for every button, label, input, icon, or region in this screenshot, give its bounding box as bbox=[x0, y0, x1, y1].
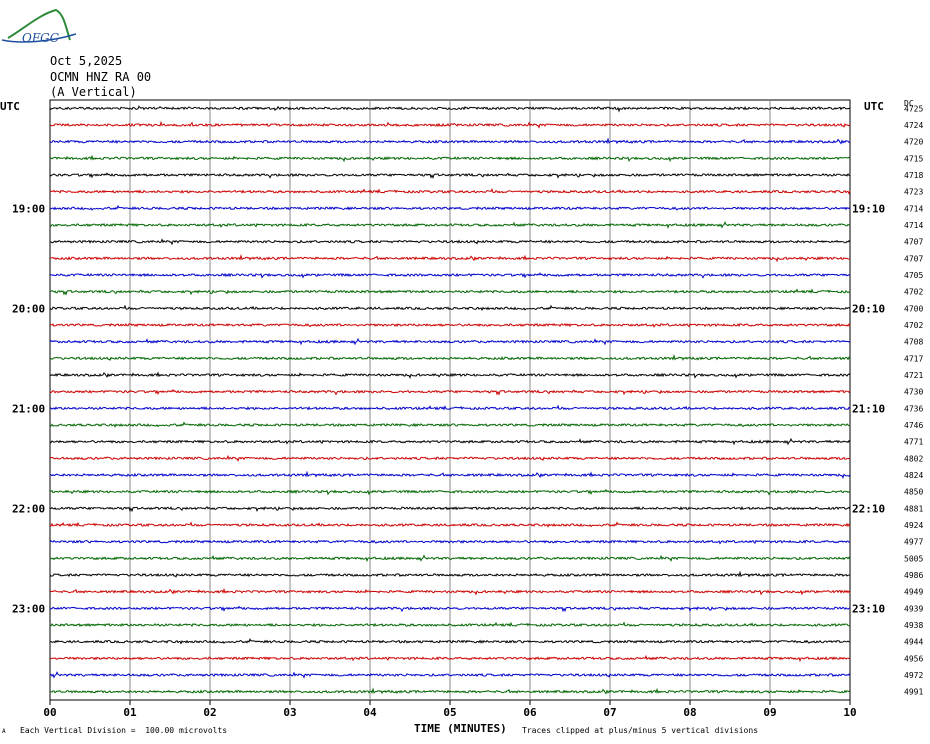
dc-offset-label: 4705 bbox=[904, 271, 923, 280]
left-time-label: 20:00 bbox=[12, 302, 45, 315]
dc-offset-label: 4721 bbox=[904, 371, 923, 380]
dc-offset-label: 4949 bbox=[904, 588, 923, 597]
dc-offset-label: 4707 bbox=[904, 238, 923, 247]
dc-offset-label: 4850 bbox=[904, 488, 923, 497]
dc-offset-label: 4991 bbox=[904, 688, 923, 697]
dc-offset-label: 4715 bbox=[904, 154, 923, 163]
left-time-label: 19:00 bbox=[12, 202, 45, 215]
x-axis-title: TIME (MINUTES) bbox=[414, 722, 507, 735]
x-tick-label: 09 bbox=[763, 706, 776, 719]
right-time-label: 22:10 bbox=[852, 502, 885, 515]
right-time-label: 21:10 bbox=[852, 402, 885, 415]
dc-offset-label: 4702 bbox=[904, 288, 923, 297]
right-time-label: 23:10 bbox=[852, 602, 885, 615]
dc-offset-label: 4746 bbox=[904, 421, 923, 430]
x-tick-label: 01 bbox=[123, 706, 137, 719]
dc-offset-label: 4956 bbox=[904, 654, 923, 663]
dc-offset-label: 4720 bbox=[904, 138, 923, 147]
dc-offset-label: 4714 bbox=[904, 221, 923, 230]
x-tick-label: 07 bbox=[603, 706, 616, 719]
footer-mark: A bbox=[2, 728, 6, 735]
left-utc-label: UTC bbox=[0, 100, 20, 113]
dc-offset-label: 4700 bbox=[904, 304, 923, 313]
x-tick-label: 00 bbox=[43, 706, 56, 719]
x-tick-label: 10 bbox=[843, 706, 856, 719]
dc-offset-label: 4944 bbox=[904, 638, 923, 647]
dc-offset-label: 4718 bbox=[904, 171, 923, 180]
dc-label: DC bbox=[904, 99, 914, 108]
x-tick-label: 05 bbox=[443, 706, 456, 719]
x-tick-label: 03 bbox=[283, 706, 296, 719]
dc-offset-label: 4938 bbox=[904, 621, 923, 630]
dc-offset-label: 4972 bbox=[904, 671, 923, 680]
left-time-label: 22:00 bbox=[12, 502, 45, 515]
dc-offset-label: 4924 bbox=[904, 521, 923, 530]
dc-offset-label: 4724 bbox=[904, 121, 923, 130]
right-time-label: 20:10 bbox=[852, 302, 885, 315]
dc-offset-label: 4730 bbox=[904, 388, 923, 397]
x-tick-label: 06 bbox=[523, 706, 537, 719]
dc-offset-label: 4702 bbox=[904, 321, 923, 330]
right-time-label: 19:10 bbox=[852, 202, 885, 215]
x-tick-label: 08 bbox=[683, 706, 696, 719]
x-tick-label: 02 bbox=[203, 706, 216, 719]
dc-offset-label: 4714 bbox=[904, 204, 923, 213]
dc-offset-label: 5005 bbox=[904, 554, 923, 563]
dc-offset-label: 4939 bbox=[904, 604, 923, 613]
footer-clip-note: Traces clipped at plus/minus 5 vertical … bbox=[522, 726, 759, 735]
left-time-label: 23:00 bbox=[12, 602, 45, 615]
dc-offset-label: 4771 bbox=[904, 438, 923, 447]
dc-offset-label: 4736 bbox=[904, 404, 923, 413]
dc-offset-label: 4707 bbox=[904, 254, 923, 263]
dc-offset-label: 4881 bbox=[904, 504, 923, 513]
dc-offset-label: 4824 bbox=[904, 471, 923, 480]
right-utc-label: UTC bbox=[864, 100, 884, 113]
dc-offset-label: 4802 bbox=[904, 454, 923, 463]
footer-scale: Each Vertical Division = 100.00 microvol… bbox=[20, 726, 228, 735]
dc-offset-label: 4723 bbox=[904, 188, 923, 197]
helicorder-plot: 00 01 02 03 04 05 06 07 08 09 10472547244720471547… bbox=[0, 99, 923, 719]
dc-offset-label: 4708 bbox=[904, 338, 923, 347]
dc-offset-label: 4977 bbox=[904, 538, 923, 547]
plot-labels: 00 01 02 03 04 05 06 07 08 09 10472547244720471547… bbox=[12, 104, 923, 719]
dc-offset-label: 4986 bbox=[904, 571, 923, 580]
x-tick-label: 04 bbox=[363, 706, 377, 719]
left-time-label: 21:00 bbox=[12, 402, 45, 415]
dc-offset-label: 4717 bbox=[904, 354, 923, 363]
